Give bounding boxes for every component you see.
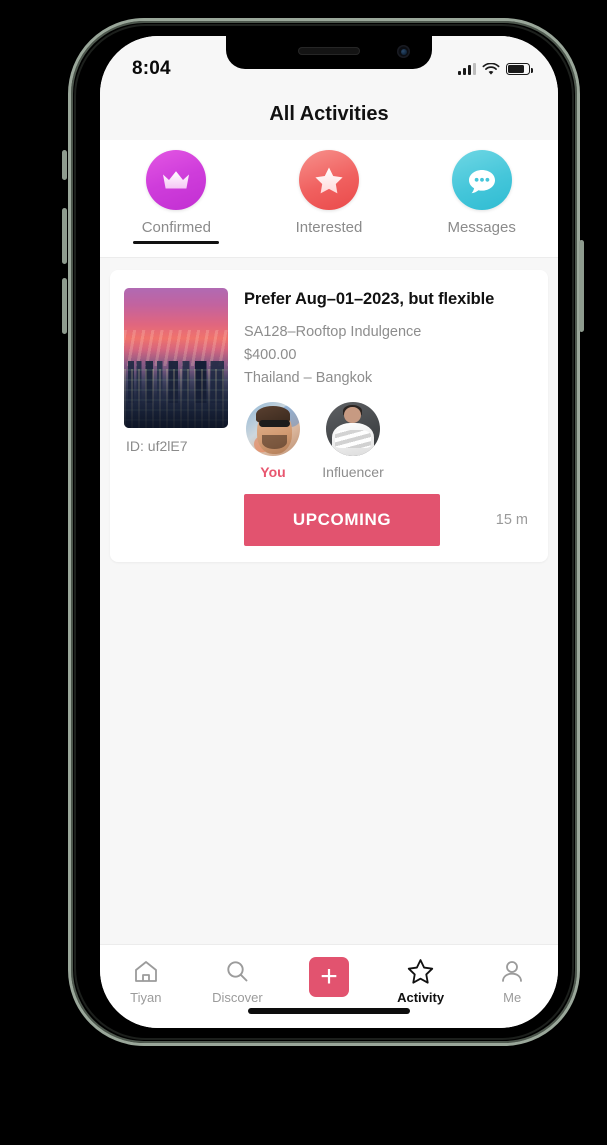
cellular-bars-icon [458,63,476,75]
activity-price: $400.00 [244,346,297,363]
participant-label-you: You [260,463,286,480]
volume-down-button[interactable] [62,278,67,334]
battery-icon [506,63,533,75]
earpiece-speaker [298,47,360,55]
screenshot-stage: 8:04 All Activities Confirmed Interested… [0,0,607,1145]
nav-item-tiyan[interactable]: Tiyan [103,957,189,1005]
status-time: 8:04 [132,58,171,79]
activity-tab-strip: Confirmed Interested Messages [100,140,558,258]
activity-action-row: UPCOMING 15 m [244,493,534,546]
avatar [326,401,380,456]
participant-you[interactable]: You [244,401,302,480]
chat-bubble-icon [451,150,512,210]
crown-icon [146,150,207,210]
activity-card[interactable]: ID: uf2lE7 Prefer Aug–01–2023, but flexi… [110,270,548,562]
activity-package: SA128–Rooftop Indulgence [244,324,422,340]
activity-list: ID: uf2lE7 Prefer Aug–01–2023, but flexi… [100,258,558,944]
activity-card-body: Prefer Aug–01–2023, but flexible SA128–R… [244,288,534,546]
activity-id-label: ID: uf2lE7 [126,438,188,454]
activity-participants: You Influencer [244,401,534,480]
tab-underline-placeholder [286,241,372,244]
activity-title: Prefer Aug–01–2023, but flexible [244,290,495,308]
status-indicators [458,62,533,76]
nav-label-discover: Discover [212,990,263,1005]
page-title: All Activities [269,102,389,125]
participant-influencer[interactable]: Influencer [322,401,384,480]
bottom-navigation-bar: Tiyan Discover + Activity Me [100,944,558,1028]
notch [226,36,432,69]
tab-interested[interactable]: Interested [273,150,385,244]
navigation-bar: All Activities [100,88,558,140]
activity-card-media: ID: uf2lE7 [124,288,228,546]
volume-up-button[interactable] [62,208,67,264]
activity-location: Thailand – Bangkok [244,369,373,386]
star-filled-icon [298,150,359,210]
activity-meta: SA128–Rooftop Indulgence $400.00 Thailan… [244,321,534,390]
time-remaining: 15 m [495,511,528,528]
plus-icon[interactable]: + [308,957,349,997]
tab-label-messages: Messages [447,219,516,236]
tab-messages[interactable]: Messages [426,150,538,244]
participant-label-influencer: Influencer [322,463,384,480]
star-outline-icon [407,957,434,985]
nav-item-discover[interactable]: Discover [194,957,280,1005]
search-icon [224,957,250,985]
thumbnail-skyline [128,360,224,403]
home-indicator[interactable] [248,1008,410,1014]
activity-thumbnail[interactable] [124,288,228,428]
mute-switch[interactable] [62,150,67,180]
nav-item-activity[interactable]: Activity [378,957,464,1005]
nav-item-create[interactable]: + [286,957,372,1002]
nav-label-activity: Activity [397,990,445,1005]
tab-label-confirmed: Confirmed [141,219,211,236]
home-icon [133,957,159,985]
tab-underline-placeholder [439,241,525,244]
upcoming-button[interactable]: UPCOMING [244,493,440,546]
person-icon [499,957,525,985]
nav-item-me[interactable]: Me [469,957,555,1005]
wifi-icon [482,62,500,75]
front-camera-icon [397,45,410,58]
avatar [246,401,300,456]
tab-label-interested: Interested [295,219,363,236]
nav-label-tiyan: Tiyan [130,990,162,1005]
tab-active-underline [133,241,220,244]
nav-label-me: Me [503,990,522,1005]
power-button[interactable] [579,240,584,332]
tab-confirmed[interactable]: Confirmed [120,150,232,244]
phone-screen: 8:04 All Activities Confirmed Interested… [100,36,558,1028]
